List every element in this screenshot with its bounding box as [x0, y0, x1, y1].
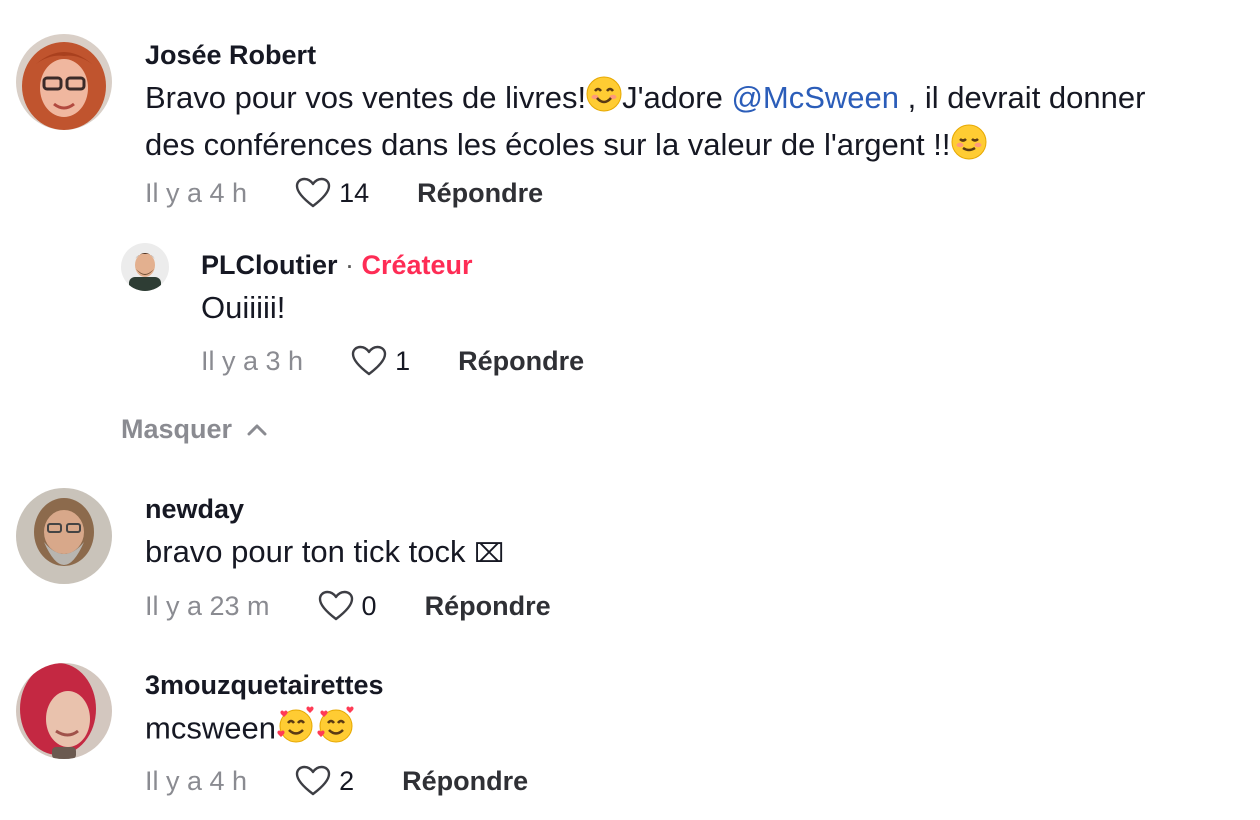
like-button[interactable]: 0: [318, 590, 377, 622]
like-button[interactable]: 1: [351, 345, 410, 377]
comment-timestamp: Il y a 23 m: [145, 590, 270, 621]
comment-text: mcsween: [145, 706, 356, 755]
heart-outline-icon[interactable]: [295, 765, 331, 797]
reply-button[interactable]: Répondre: [402, 766, 528, 797]
reply-timestamp: Il y a 3 h: [201, 345, 304, 376]
separator-dot: ·: [337, 250, 362, 280]
reply-text: Ouiiiii!: [201, 290, 286, 325]
comment-text-part: Bravo pour vos ventes de livres!: [145, 80, 587, 115]
mention-link[interactable]: @McSween: [731, 80, 899, 115]
like-count: 2: [339, 765, 355, 796]
hide-replies-button[interactable]: Masquer: [121, 414, 268, 445]
comment-username[interactable]: Josée Robert: [145, 40, 316, 71]
heart-outline-icon[interactable]: [318, 590, 354, 622]
comment-timestamp: Il y a 4 h: [145, 177, 248, 208]
chevron-up-icon: [247, 424, 267, 435]
avatar-3mouzquetairettes[interactable]: [16, 663, 112, 759]
comment-timestamp: Il y a 4 h: [145, 765, 248, 796]
missing-glyph: ⌧: [474, 539, 505, 569]
heart-outline-icon[interactable]: [351, 345, 387, 377]
smiling-face-with-hearts-emoji: [276, 706, 316, 755]
comment-text-part: mcsween: [145, 710, 276, 746]
comment-text-part: bravo pour ton tick tock: [145, 534, 475, 569]
reply-button[interactable]: Répondre: [417, 178, 543, 209]
comment-text: bravo pour ton tick tock ⌧: [145, 530, 504, 576]
reply-button[interactable]: Répondre: [425, 591, 551, 622]
reply-header: PLCloutier · Créateur: [201, 250, 473, 281]
like-count: 14: [339, 177, 370, 208]
comment-username[interactable]: 3mouzquetairettes: [145, 670, 384, 701]
comment-meta: Il y a 23 m 0 Répondre: [145, 590, 551, 622]
hide-replies-label: Masquer: [121, 414, 233, 444]
comment-username[interactable]: newday: [145, 494, 244, 525]
reply-meta: Il y a 3 h 1 Répondre: [201, 345, 584, 377]
comment-meta: Il y a 4 h 2 Répondre: [145, 765, 528, 797]
reply-username[interactable]: PLCloutier: [201, 250, 338, 280]
like-button[interactable]: 2: [295, 765, 354, 797]
avatar-plcloutier[interactable]: [121, 243, 169, 291]
comment-text-part: des conférences dans les écoles sur la v…: [145, 127, 951, 163]
creator-badge: Créateur: [361, 250, 473, 280]
heart-outline-icon[interactable]: [295, 177, 331, 209]
comment-text: Bravo pour vos ventes de livres! J'adore …: [145, 76, 1145, 171]
relieved-face-emoji: [951, 124, 987, 171]
reply-button[interactable]: Répondre: [458, 346, 584, 377]
smiling-face-with-hearts-emoji: [316, 706, 356, 755]
smiling-face-emoji: [586, 76, 622, 123]
avatar-newday[interactable]: [16, 488, 112, 584]
avatar-josee-robert[interactable]: [16, 34, 112, 130]
like-count: 1: [395, 345, 411, 376]
comment-text-part: , il devrait donner: [899, 80, 1146, 115]
comment-text-part: J'adore: [622, 80, 732, 115]
like-count: 0: [361, 590, 377, 621]
like-button[interactable]: 14: [295, 177, 369, 209]
comment-meta: Il y a 4 h 14 Répondre: [145, 177, 543, 209]
